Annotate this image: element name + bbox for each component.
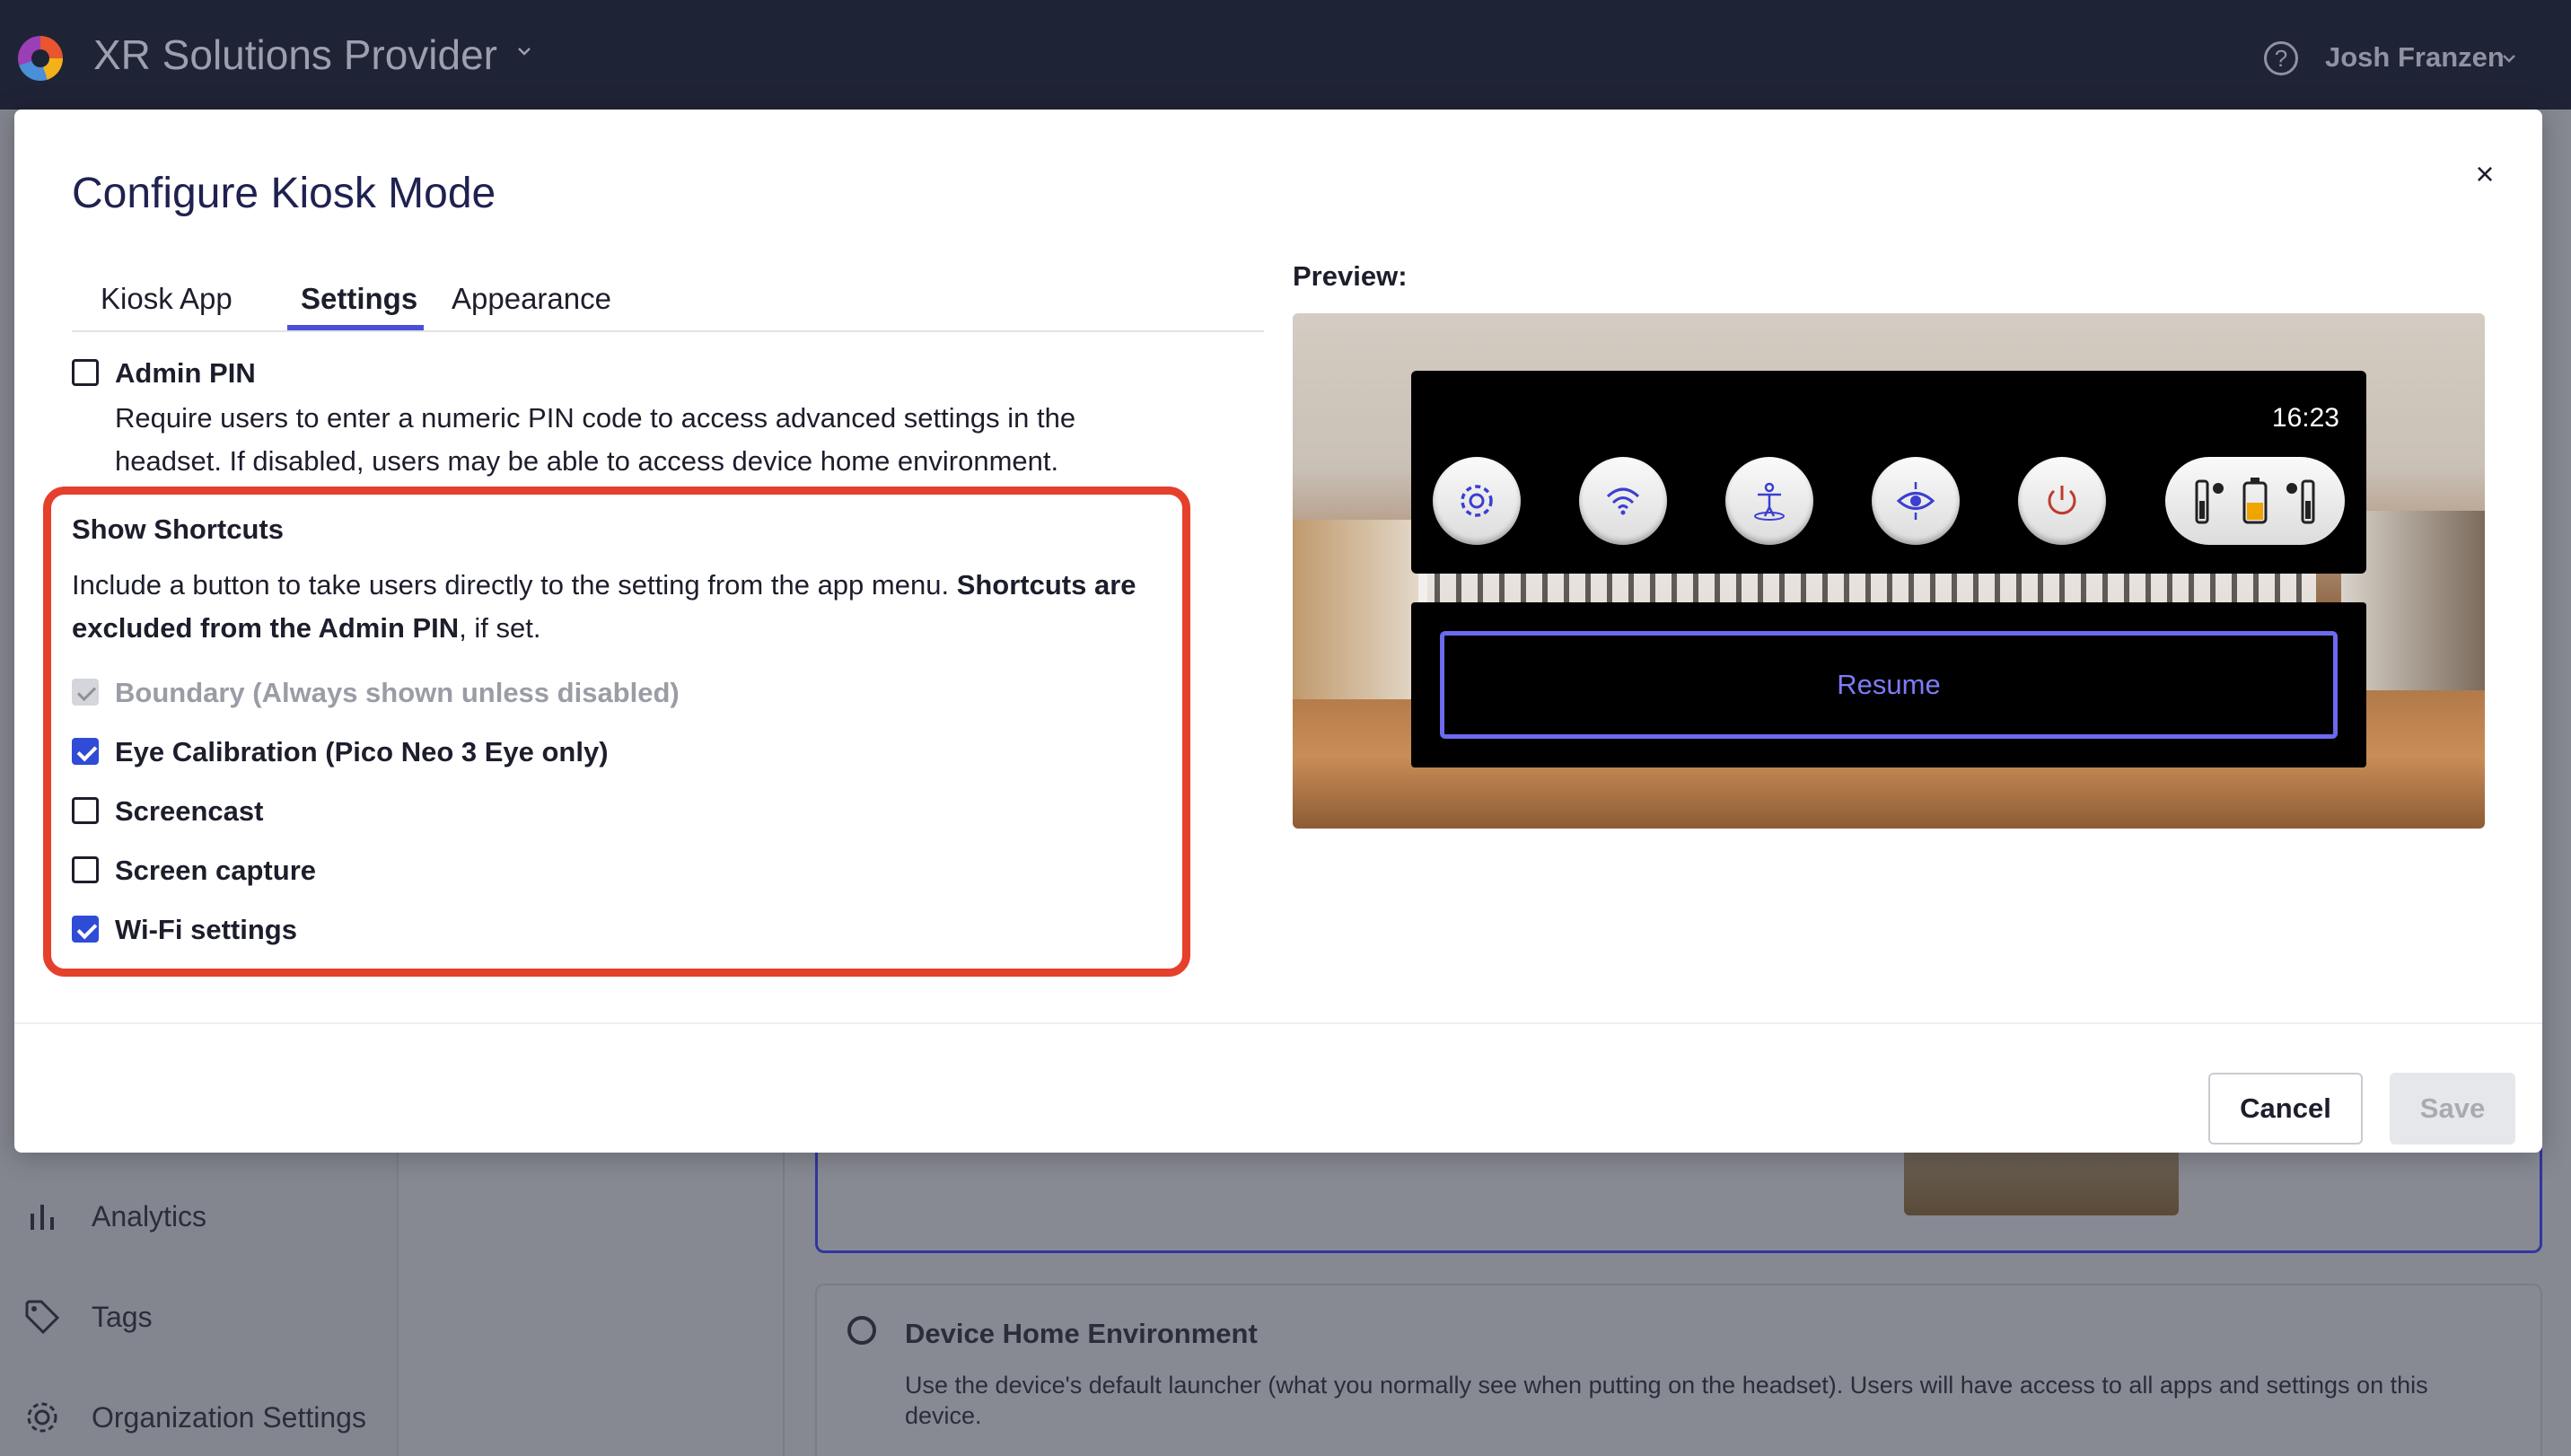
chevron-down-icon[interactable]: [2501, 50, 2517, 66]
sidebar-item-label: Organization Settings: [92, 1400, 366, 1434]
tag-icon: [25, 1300, 60, 1335]
environment-option-card[interactable]: [815, 1140, 2542, 1253]
tab-kiosk-app[interactable]: Kiosk App: [101, 282, 233, 316]
desc-text: , if set.: [459, 612, 541, 644]
top-app-bar: XR Solutions Provider ? Josh Franzen: [0, 0, 2571, 110]
save-button: Save: [2390, 1073, 2515, 1145]
sidebar-item-organization-settings[interactable]: Organization Settings: [23, 1395, 366, 1440]
resume-button[interactable]: Resume: [1440, 631, 2338, 739]
eye-calibration-label: Eye Calibration (Pico Neo 3 Eye only): [115, 736, 609, 767]
show-shortcuts-description: Include a button to take users directly …: [72, 564, 1185, 650]
show-shortcuts-title: Show Shortcuts: [72, 513, 284, 545]
preview-label: Preview:: [1293, 260, 1408, 292]
screen-capture-label: Screen capture: [115, 855, 316, 886]
controller-right-battery-icon: [2286, 479, 2315, 524]
tab-bar: Kiosk App Settings Appearance: [72, 262, 1264, 332]
close-icon[interactable]: ×: [2465, 154, 2505, 194]
eye-calibration-icon[interactable]: [1872, 457, 1960, 545]
card-description: Use the device's default launcher (what …: [905, 1372, 2428, 1429]
boundary-person-icon[interactable]: [1725, 457, 1813, 545]
app-logo[interactable]: [18, 36, 63, 81]
admin-pin-label: Admin PIN: [115, 357, 256, 389]
boundary-checkbox: [72, 679, 99, 706]
user-menu[interactable]: Josh Franzen: [2325, 41, 2505, 74]
sidebar-item-tags[interactable]: Tags: [23, 1294, 153, 1339]
tab-settings[interactable]: Settings: [301, 282, 417, 316]
secondary-column: [400, 1149, 785, 1456]
boundary-label: Boundary (Always shown unless disabled): [115, 677, 680, 708]
modal-title: Configure Kiosk Mode: [72, 170, 496, 217]
eye-calibration-checkbox[interactable]: [72, 738, 99, 765]
active-tab-indicator: [287, 325, 424, 330]
chevron-down-icon[interactable]: [516, 43, 532, 59]
wifi-settings-checkbox[interactable]: [72, 916, 99, 943]
sidebar-item-analytics[interactable]: Analytics: [23, 1194, 206, 1239]
radio-button[interactable]: [847, 1316, 876, 1345]
admin-pin-description-line2: headset. If disabled, users may be able …: [115, 445, 1059, 477]
desc-text: Include a button to take users directly …: [72, 569, 957, 601]
desc-bold: excluded from the Admin PIN: [72, 612, 460, 644]
wifi-icon[interactable]: [1579, 457, 1667, 545]
screen-capture-checkbox[interactable]: [72, 856, 99, 883]
room-wall-left: [1293, 520, 1427, 699]
modal-footer: Cancel Save: [14, 1022, 2542, 1153]
sidebar-item-label: Analytics: [92, 1199, 207, 1232]
desc-bold: Shortcuts are: [956, 569, 1136, 601]
card-title: Device Home Environment: [905, 1318, 1258, 1349]
gear-icon[interactable]: [1433, 457, 1521, 545]
tab-appearance[interactable]: Appearance: [452, 282, 611, 316]
configure-kiosk-modal: Configure Kiosk Mode × Kiosk App Setting…: [14, 110, 2542, 1153]
admin-pin-checkbox[interactable]: [72, 359, 99, 386]
device-home-environment-card[interactable]: Device Home Environment Use the device's…: [815, 1284, 2542, 1456]
quick-settings-panel: 16:23: [1411, 371, 2366, 574]
battery-status: [2165, 457, 2345, 545]
org-switcher[interactable]: XR Solutions Provider: [93, 31, 497, 79]
gear-icon: [27, 1402, 57, 1433]
shortcuts-highlight-box: [43, 487, 1190, 977]
screencast-label: Screencast: [115, 795, 264, 827]
bar-chart-icon: [31, 1205, 54, 1230]
screencast-checkbox[interactable]: [72, 797, 99, 824]
resume-panel: Resume: [1411, 602, 2366, 767]
admin-pin-description-line1: Require users to enter a numeric PIN cod…: [115, 402, 1076, 434]
controller-left-battery-icon: [2195, 479, 2224, 524]
power-icon[interactable]: [2018, 457, 2106, 545]
cancel-button[interactable]: Cancel: [2208, 1073, 2363, 1145]
help-icon[interactable]: ?: [2264, 41, 2298, 75]
clock-time: 16:23: [2271, 403, 2339, 433]
headset-battery-icon: [2242, 478, 2268, 524]
wifi-settings-label: Wi-Fi settings: [115, 914, 297, 945]
kiosk-preview: 16:23 Resume: [1293, 313, 2485, 829]
sidebar-item-label: Tags: [92, 1300, 153, 1333]
